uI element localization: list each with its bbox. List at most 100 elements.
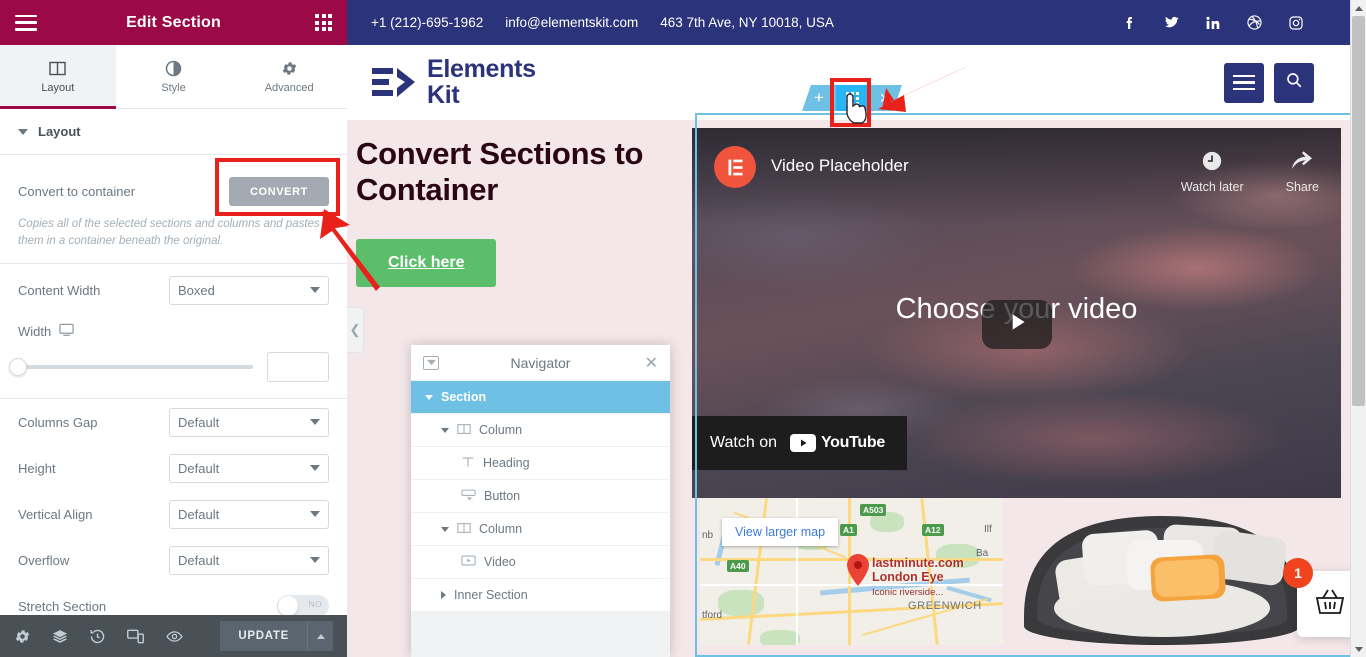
navigator-item-label: Column bbox=[479, 423, 523, 437]
elementskit-logo-icon bbox=[371, 64, 417, 102]
panel-collapse-handle[interactable]: ❮ bbox=[347, 307, 364, 353]
site-logo[interactable]: Elements Kit bbox=[371, 56, 536, 108]
gear-icon bbox=[281, 60, 298, 77]
hero-cta-button[interactable]: Click here bbox=[356, 238, 497, 287]
update-button[interactable]: UPDATE bbox=[220, 621, 307, 651]
twitter-icon[interactable] bbox=[1163, 15, 1180, 31]
vertical-scrollbar[interactable] bbox=[1350, 0, 1366, 657]
navigator-item-column[interactable]: Column bbox=[411, 414, 670, 447]
scroll-down-button[interactable] bbox=[1351, 641, 1366, 657]
navigator-item-inner-section[interactable]: Inner Section bbox=[411, 579, 670, 612]
control-height: Height Default bbox=[0, 445, 347, 491]
place-subtitle: Iconic riverside... bbox=[872, 587, 944, 598]
share-arrow-icon bbox=[1290, 150, 1314, 175]
clock-icon bbox=[1201, 150, 1223, 175]
view-larger-map-button[interactable]: View larger map bbox=[722, 518, 839, 546]
delete-section-button[interactable]: ✕ bbox=[868, 85, 902, 111]
scrollbar-thumb[interactable] bbox=[1352, 16, 1365, 406]
linkedin-icon[interactable] bbox=[1205, 15, 1221, 31]
hamburger-menu-button[interactable] bbox=[1224, 62, 1264, 103]
youtube-play-icon bbox=[790, 434, 816, 452]
layout-section-title: Layout bbox=[38, 124, 81, 139]
control-width: Width bbox=[0, 316, 347, 346]
navigator-empty-area bbox=[411, 612, 670, 657]
chevron-left-icon: ❮ bbox=[349, 322, 361, 337]
update-options-button[interactable] bbox=[307, 621, 333, 651]
navigator-item-column-2[interactable]: Column bbox=[411, 513, 670, 546]
plus-icon: + bbox=[814, 88, 824, 107]
gear-icon[interactable] bbox=[14, 628, 31, 645]
navigator-item-video[interactable]: Video bbox=[411, 546, 670, 579]
dribbble-icon[interactable] bbox=[1246, 14, 1263, 31]
columns-gap-select[interactable]: Default bbox=[169, 407, 329, 437]
watch-on-label: Watch on bbox=[710, 434, 777, 451]
grid-icon[interactable] bbox=[315, 14, 332, 31]
share-button[interactable]: Share bbox=[1286, 150, 1319, 194]
height-select[interactable]: Default bbox=[169, 453, 329, 483]
vertical-align-select[interactable]: Default bbox=[169, 499, 329, 529]
sofa-product-image bbox=[1017, 504, 1307, 645]
tab-advanced[interactable]: Advanced bbox=[231, 45, 347, 108]
map-shield: A12 bbox=[922, 524, 944, 536]
play-button[interactable] bbox=[981, 300, 1052, 349]
columns-icon bbox=[457, 521, 471, 538]
site-topbar: +1 (212)-695-1962 info@elementskit.com 4… bbox=[347, 0, 1366, 45]
elementor-panel: Edit Section Layout Style Advanced Layou… bbox=[0, 0, 347, 657]
topbar-address: 463 7th Ave, NY 10018, USA bbox=[660, 15, 834, 30]
navigator-item-label: Section bbox=[441, 390, 487, 404]
slider-handle[interactable] bbox=[9, 358, 27, 377]
width-input[interactable] bbox=[267, 352, 329, 383]
chevron-down-icon bbox=[441, 526, 449, 532]
width-slider[interactable] bbox=[9, 358, 253, 377]
width-slider-row bbox=[0, 346, 347, 398]
google-map-widget[interactable]: A503 A1 A12 A40 nb Ba Ilf tford GREENWIC… bbox=[700, 498, 1003, 645]
layout-section-header[interactable]: Layout bbox=[0, 109, 347, 155]
chevron-down-icon bbox=[441, 427, 449, 433]
map-park bbox=[718, 590, 764, 616]
content-width-label: Content Width bbox=[18, 282, 101, 298]
map-label: GREENWICH bbox=[908, 600, 982, 612]
tab-style[interactable]: Style bbox=[116, 45, 232, 108]
convert-button[interactable]: CONVERT bbox=[229, 177, 329, 206]
place-title-1: lastminute.com bbox=[872, 556, 964, 570]
scroll-up-button[interactable] bbox=[1351, 0, 1366, 16]
overflow-select[interactable]: Default bbox=[169, 545, 329, 575]
search-button[interactable] bbox=[1274, 62, 1314, 103]
close-icon[interactable]: ✕ bbox=[645, 353, 658, 373]
tab-layout[interactable]: Layout bbox=[0, 45, 116, 109]
topbar-phone: +1 (212)-695-1962 bbox=[371, 15, 484, 30]
watch-on-youtube-button[interactable]: Watch on YouTube bbox=[692, 416, 907, 470]
video-widget[interactable]: Video Placeholder Watch later Share Choo… bbox=[692, 128, 1341, 498]
topbar-email[interactable]: info@elementskit.com bbox=[505, 15, 638, 30]
layers-icon[interactable] bbox=[51, 628, 69, 645]
convert-to-container-control: Convert to container CONVERT Copies all … bbox=[0, 155, 347, 265]
channel-avatar bbox=[714, 146, 756, 188]
add-section-button[interactable]: + bbox=[802, 85, 836, 111]
map-label: tford bbox=[702, 610, 723, 621]
panel-header: Edit Section bbox=[0, 0, 347, 45]
responsive-icon[interactable] bbox=[126, 628, 145, 645]
control-columns-gap: Columns Gap Default bbox=[0, 399, 347, 445]
hamburger-icon[interactable] bbox=[15, 14, 37, 31]
navigator-title: Navigator bbox=[510, 354, 571, 371]
preview-icon[interactable] bbox=[165, 628, 184, 645]
map-park bbox=[760, 630, 800, 645]
watch-later-button[interactable]: Watch later bbox=[1181, 150, 1244, 194]
facebook-icon[interactable] bbox=[1122, 15, 1138, 31]
convert-description: Copies all of the selected sections and … bbox=[18, 218, 320, 247]
content-width-select[interactable]: Boxed bbox=[169, 275, 329, 305]
chevron-down-icon bbox=[425, 394, 433, 400]
chevron-down-icon bbox=[310, 557, 320, 564]
history-icon[interactable] bbox=[89, 628, 106, 645]
contrast-icon bbox=[165, 60, 182, 77]
chevron-up-icon bbox=[1355, 5, 1363, 11]
navigator-item-section[interactable]: Section bbox=[411, 381, 670, 414]
video-top-bar: Video Placeholder Watch later Share bbox=[692, 128, 1341, 224]
chevron-right-icon bbox=[441, 591, 446, 599]
navigator-item-button[interactable]: Button bbox=[411, 480, 670, 513]
navigator-item-heading[interactable]: Heading bbox=[411, 447, 670, 480]
instagram-icon[interactable] bbox=[1288, 15, 1304, 31]
map-label: Ba bbox=[976, 548, 989, 559]
desktop-icon[interactable] bbox=[59, 323, 74, 340]
tab-style-label: Style bbox=[161, 81, 186, 94]
